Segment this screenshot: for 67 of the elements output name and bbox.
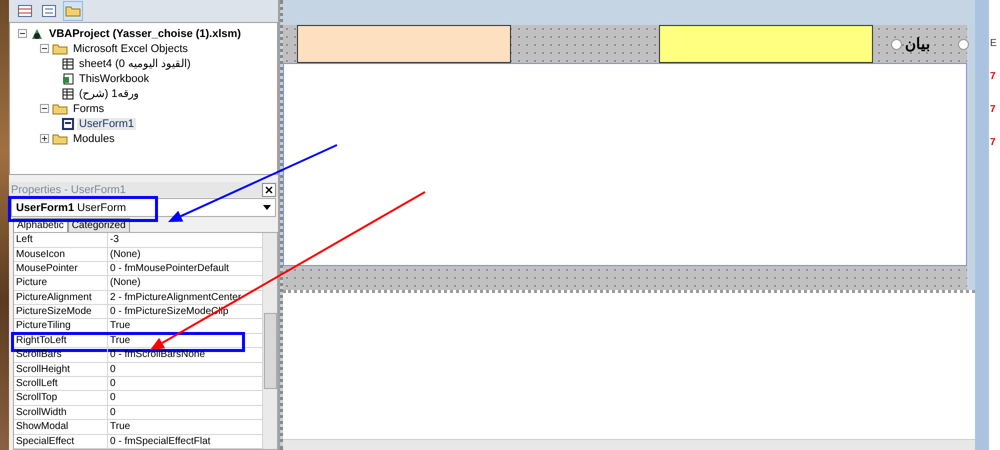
text-box[interactable]: [659, 25, 873, 63]
cell-text: 7: [990, 104, 997, 115]
property-row[interactable]: ShowModal True: [14, 420, 263, 435]
option-button[interactable]: [958, 38, 969, 50]
property-name: PictureAlignment: [14, 290, 108, 304]
text-box[interactable]: [297, 25, 511, 63]
property-name: PictureSizeMode: [14, 305, 108, 318]
tree-item[interactable]: UserForm1: [77, 118, 136, 130]
close-icon: [265, 186, 273, 194]
tree-item[interactable]: Microsoft Excel Objects: [71, 42, 190, 55]
property-row[interactable]: SpecialEffect 0 - fmSpecialEffectFlat: [14, 434, 263, 449]
dropdown-arrow-icon: [263, 205, 271, 210]
tree-item[interactable]: Modules: [71, 132, 117, 145]
cell-text: 7: [990, 137, 997, 148]
close-button[interactable]: [262, 182, 276, 197]
folder-icon: [65, 5, 81, 18]
panel-title: Properties - UserForm1: [11, 184, 126, 196]
property-name: SpecialEffect: [14, 434, 108, 448]
property-name: ScrollBars: [14, 348, 108, 362]
property-name: ScrollWidth: [14, 406, 108, 420]
toolbar-button[interactable]: [63, 1, 83, 22]
collapse-icon[interactable]: [40, 44, 49, 54]
object-name: UserForm1 UserForm: [16, 202, 126, 214]
property-name: Left: [14, 233, 108, 247]
sheet-icon: [62, 58, 74, 70]
property-row[interactable]: MousePointer 0 - fmMousePointerDefault: [14, 262, 263, 276]
list-icon: [42, 5, 56, 18]
cell-text: 7: [990, 71, 997, 82]
property-name: ScrollLeft: [14, 377, 108, 390]
expand-icon[interactable]: [40, 134, 49, 144]
property-row[interactable]: Left -3: [14, 233, 263, 248]
property-name: MousePointer: [14, 262, 108, 276]
property-name: PictureTiling: [14, 319, 108, 333]
property-row[interactable]: MouseIcon (None): [14, 248, 263, 262]
property-row[interactable]: ScrollTop 0: [14, 391, 263, 406]
tree-item[interactable]: VBAProject (Yasser_choise (1).xlsm): [47, 28, 243, 40]
project-icon: [30, 26, 44, 41]
folder-icon: [52, 132, 68, 145]
form-label: بيان: [905, 35, 930, 53]
sheet-icon: [62, 88, 74, 100]
tree-item[interactable]: sheet4 (القيود اليوميه 0): [77, 57, 193, 70]
collapse-icon[interactable]: [18, 29, 27, 38]
collapse-icon[interactable]: [40, 104, 49, 114]
property-name: ScrollTop: [14, 391, 108, 405]
property-name: RightToLeft: [14, 334, 108, 348]
workbook-icon: [62, 72, 74, 85]
property-name: ShowModal: [14, 420, 108, 434]
option-button[interactable]: [891, 38, 902, 50]
folder-icon: [52, 102, 68, 115]
scrollbar[interactable]: [263, 233, 277, 449]
property-row[interactable]: ScrollWidth 0: [14, 406, 263, 420]
scrollbar[interactable]: [283, 439, 975, 450]
property-row[interactable]: PictureAlignment 2 - fmPictureAlignmentCenter: [14, 290, 263, 306]
folder-icon: [52, 42, 68, 55]
tree-item[interactable]: ورقه1 (شرح): [77, 87, 141, 100]
tree-item[interactable]: Forms: [71, 102, 106, 115]
cell-text: E: [990, 38, 998, 49]
property-name: Picture: [14, 276, 108, 290]
grid-icon: [18, 5, 32, 18]
property-name: MouseIcon: [14, 248, 108, 261]
property-row[interactable]: ScrollHeight 0: [14, 362, 263, 378]
property-row[interactable]: Picture (None): [14, 276, 263, 291]
property-name: ScrollHeight: [14, 362, 108, 376]
tree-item[interactable]: ThisWorkbook: [77, 72, 152, 85]
property-row[interactable]: ScrollLeft 0: [14, 377, 263, 392]
form-icon: [62, 118, 74, 130]
property-row[interactable]: RightToLeft True: [14, 334, 263, 348]
